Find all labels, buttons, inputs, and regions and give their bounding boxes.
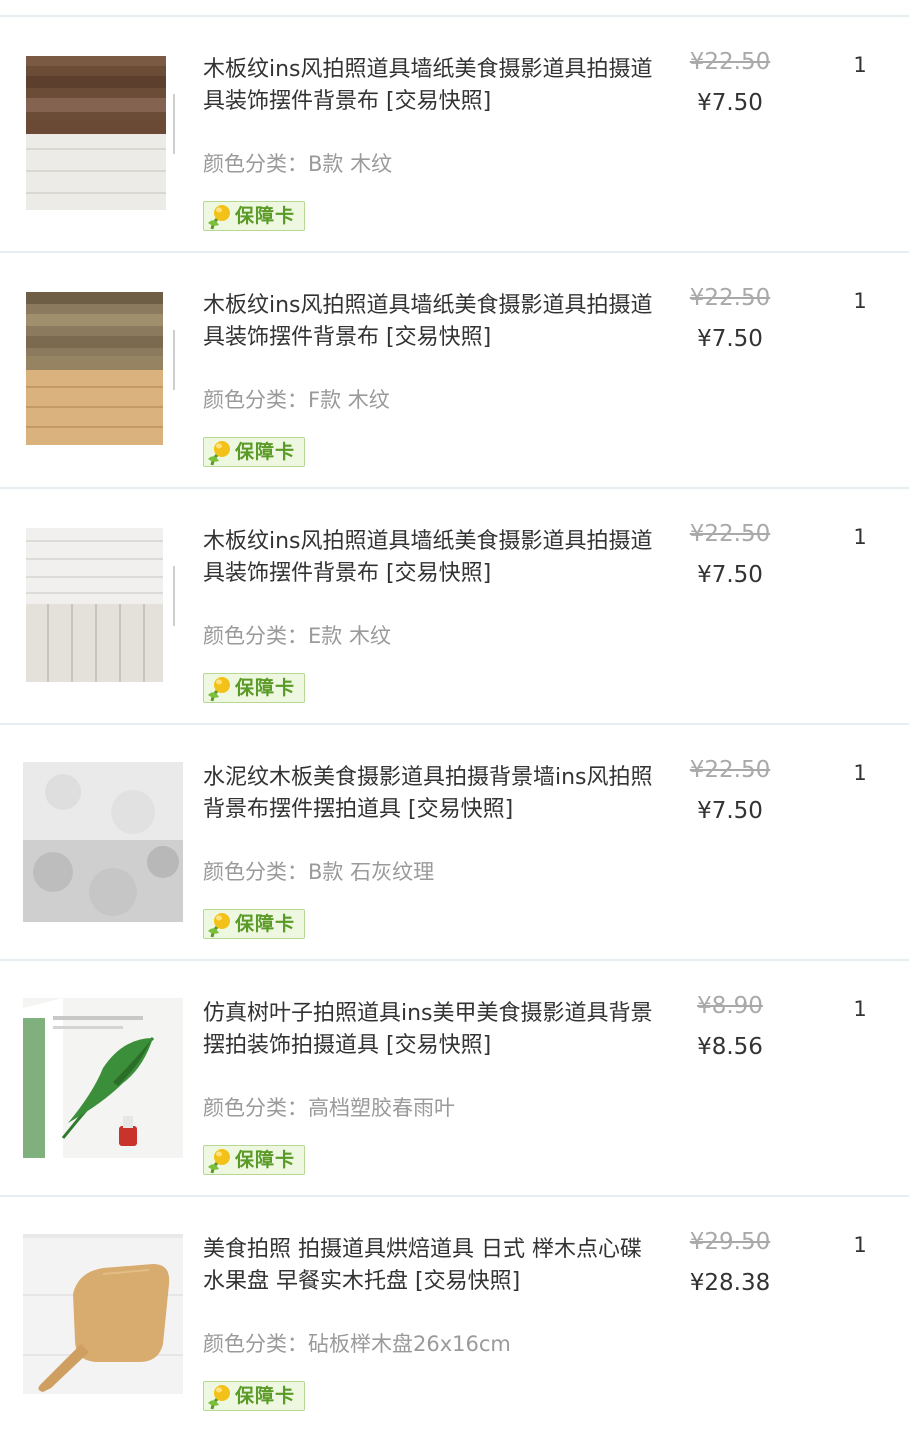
- order-item-row: 美食拍照 拍摄道具烘焙道具 日式 榉木点心碟水果盘 早餐实木托盘 [交易快照] …: [0, 1197, 909, 1431]
- badge-label: 保障卡: [235, 1385, 296, 1407]
- thumbnail-image: [23, 526, 183, 686]
- thumbnail-image: [23, 762, 183, 922]
- original-price: ¥22.50: [689, 521, 771, 547]
- quantity: 1: [853, 761, 867, 785]
- product-title[interactable]: 木板纹ins风拍照道具墙纸美食摄影道具拍摄道具装饰摆件背景布 [交易快照]: [203, 290, 653, 354]
- product-title[interactable]: 美食拍照 拍摄道具烘焙道具 日式 榉木点心碟水果盘 早餐实木托盘 [交易快照]: [203, 1234, 653, 1298]
- guarantee-badge[interactable]: 保障卡: [203, 1381, 305, 1411]
- product-thumbnail[interactable]: [23, 526, 183, 686]
- product-thumbnail[interactable]: [23, 1234, 183, 1394]
- order-item-row: 木板纹ins风拍照道具墙纸美食摄影道具拍摄道具装饰摆件背景布 [交易快照] 颜色…: [0, 489, 909, 723]
- quantity: 1: [853, 525, 867, 549]
- quantity: 1: [853, 289, 867, 313]
- product-variant: 颜色分类：砧板榉木盘26x16cm: [203, 1332, 511, 1356]
- actual-price: ¥7.50: [697, 326, 763, 352]
- flower-icon: [208, 441, 230, 466]
- product-thumbnail[interactable]: [23, 54, 183, 214]
- original-price: ¥8.90: [697, 993, 763, 1019]
- thumbnail-image: [23, 54, 183, 214]
- badge-label: 保障卡: [235, 913, 296, 935]
- actual-price: ¥7.50: [697, 90, 763, 116]
- guarantee-badge[interactable]: 保障卡: [203, 437, 305, 467]
- order-item-row: 木板纹ins风拍照道具墙纸美食摄影道具拍摄道具装饰摆件背景布 [交易快照] 颜色…: [0, 17, 909, 251]
- product-thumbnail[interactable]: [23, 290, 183, 450]
- product-variant: 颜色分类：F款 木纹: [203, 388, 390, 412]
- actual-price: ¥8.56: [697, 1034, 763, 1060]
- actual-price: ¥7.50: [697, 562, 763, 588]
- original-price: ¥22.50: [689, 757, 771, 783]
- quantity: 1: [853, 1233, 867, 1257]
- flower-icon: [208, 1385, 230, 1410]
- original-price: ¥22.50: [689, 285, 771, 311]
- guarantee-badge[interactable]: 保障卡: [203, 909, 305, 939]
- guarantee-badge[interactable]: 保障卡: [203, 673, 305, 703]
- guarantee-badge[interactable]: 保障卡: [203, 201, 305, 231]
- flower-icon: [208, 205, 230, 230]
- thumbnail-image: [23, 290, 183, 450]
- thumbnail-image: [23, 1234, 183, 1394]
- order-item-list: 木板纹ins风拍照道具墙纸美食摄影道具拍摄道具装饰摆件背景布 [交易快照] 颜色…: [0, 0, 909, 1428]
- product-variant: 颜色分类：B款 木纹: [203, 152, 393, 176]
- actual-price: ¥28.38: [689, 1270, 771, 1296]
- flower-icon: [208, 1149, 230, 1174]
- thumbnail-image: [23, 998, 183, 1158]
- product-variant: 颜色分类：高档塑胶春雨叶: [203, 1096, 455, 1120]
- product-title[interactable]: 木板纹ins风拍照道具墙纸美食摄影道具拍摄道具装饰摆件背景布 [交易快照]: [203, 526, 653, 590]
- flower-icon: [208, 913, 230, 938]
- original-price: ¥29.50: [689, 1229, 771, 1255]
- product-thumbnail[interactable]: [23, 998, 183, 1158]
- order-item-row: 木板纹ins风拍照道具墙纸美食摄影道具拍摄道具装饰摆件背景布 [交易快照] 颜色…: [0, 253, 909, 487]
- actual-price: ¥7.50: [697, 798, 763, 824]
- badge-label: 保障卡: [235, 677, 296, 699]
- product-title[interactable]: 木板纹ins风拍照道具墙纸美食摄影道具拍摄道具装饰摆件背景布 [交易快照]: [203, 54, 653, 118]
- badge-label: 保障卡: [235, 205, 296, 227]
- product-variant: 颜色分类：B款 石灰纹理: [203, 860, 435, 884]
- badge-label: 保障卡: [235, 441, 296, 463]
- original-price: ¥22.50: [689, 49, 771, 75]
- quantity: 1: [853, 53, 867, 77]
- order-item-row: 仿真树叶子拍照道具ins美甲美食摄影道具背景摆拍装饰拍摄道具 [交易快照] 颜色…: [0, 961, 909, 1195]
- product-thumbnail[interactable]: [23, 762, 183, 922]
- quantity: 1: [853, 997, 867, 1021]
- product-title[interactable]: 仿真树叶子拍照道具ins美甲美食摄影道具背景摆拍装饰拍摄道具 [交易快照]: [203, 998, 653, 1062]
- guarantee-badge[interactable]: 保障卡: [203, 1145, 305, 1175]
- product-variant: 颜色分类：E款 木纹: [203, 624, 391, 648]
- product-title[interactable]: 水泥纹木板美食摄影道具拍摄背景墙ins风拍照背景布摆件摆拍道具 [交易快照]: [203, 762, 653, 826]
- badge-label: 保障卡: [235, 1149, 296, 1171]
- flower-icon: [208, 677, 230, 702]
- order-item-row: 水泥纹木板美食摄影道具拍摄背景墙ins风拍照背景布摆件摆拍道具 [交易快照] 颜…: [0, 725, 909, 959]
